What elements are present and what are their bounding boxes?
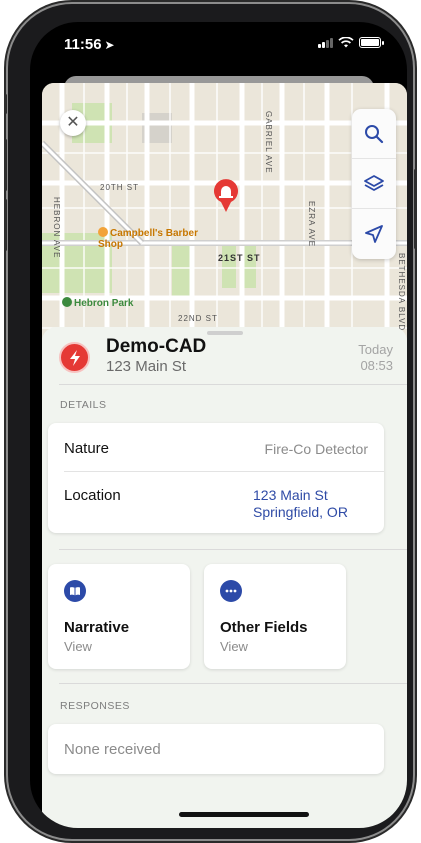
street-label-ezra: EZRA AVE — [307, 201, 316, 248]
status-time-text: 11:56 — [64, 36, 102, 53]
street-label-hebron: HEBRON AVE — [52, 197, 61, 259]
poi-park[interactable]: Hebron Park — [62, 297, 133, 310]
responses-empty-text: None received — [64, 741, 161, 758]
notch — [150, 22, 288, 50]
poi-barber[interactable]: Campbell's Barber Shop — [98, 227, 198, 250]
location-services-icon: ➤ — [104, 38, 115, 52]
nature-label: Nature — [64, 440, 110, 457]
poi-park-label: Hebron Park — [74, 298, 134, 309]
incident-address: 123 Main St — [106, 358, 187, 375]
incident-date: Today — [358, 342, 393, 357]
incident-sheet: Demo-CAD 123 Main St Today 08:53 DETAILS… — [42, 327, 407, 828]
incident-title: Demo-CAD — [106, 336, 207, 357]
street-label-bethesda: BETHESDA BLVD — [397, 253, 406, 332]
details-section-label: DETAILS — [60, 399, 107, 411]
status-bar: 11:56 ➤ — [30, 22, 407, 66]
book-icon — [64, 580, 86, 602]
nature-value: Fire-Co Detector — [264, 441, 368, 457]
phone-frame: 11:56 ➤ 20TH ST 21ST ST 22ND ST GABRIEL … — [4, 4, 417, 839]
narrative-tile[interactable]: Narrative View — [48, 564, 190, 669]
other-fields-title: Other Fields — [220, 619, 308, 636]
lightning-icon — [69, 349, 80, 366]
other-fields-subtitle: View — [220, 639, 248, 654]
narrative-subtitle: View — [64, 639, 92, 654]
location-label: Location — [64, 487, 121, 504]
location-line1: 123 Main St — [253, 487, 328, 503]
home-indicator[interactable] — [179, 812, 309, 817]
volume-up-button — [4, 139, 7, 191]
status-icons — [318, 37, 384, 48]
side-button — [414, 169, 417, 249]
alarm-pin-icon[interactable] — [213, 179, 239, 213]
barber-icon — [98, 227, 108, 237]
street-label-22nd: 22ND ST — [178, 314, 218, 323]
sheet-grabber[interactable] — [207, 331, 243, 335]
mute-switch — [4, 94, 7, 114]
map-layers-button[interactable] — [352, 159, 396, 209]
park-icon — [62, 297, 72, 307]
divider — [59, 683, 407, 684]
other-fields-tile[interactable]: Other Fields View — [204, 564, 346, 669]
volume-down-button — [4, 199, 7, 251]
responses-card: None received — [48, 724, 384, 774]
wifi-icon — [338, 37, 354, 48]
incident-icon — [59, 342, 90, 373]
cellular-signal-icon — [318, 37, 333, 48]
location-line2: Springfield, OR — [253, 504, 348, 520]
poi-barber-label: Campbell's Barber Shop — [98, 228, 198, 250]
ellipsis-icon — [220, 580, 242, 602]
details-card: Nature Fire-Co Detector Location 123 Mai… — [48, 423, 384, 533]
search-button[interactable] — [352, 109, 396, 159]
street-label-gabriel: GABRIEL AVE — [264, 111, 273, 174]
divider — [59, 384, 407, 385]
location-link[interactable]: 123 Main St Springfield, OR — [253, 487, 348, 521]
street-label-21st: 21ST ST — [218, 253, 261, 263]
street-label-20th: 20TH ST — [100, 183, 140, 192]
battery-icon — [359, 37, 384, 48]
card-divider — [64, 471, 384, 472]
search-icon — [365, 124, 384, 143]
location-arrow-icon — [365, 225, 383, 243]
narrative-title: Narrative — [64, 619, 130, 636]
close-button[interactable]: ✕ — [60, 110, 86, 136]
incident-time: 08:53 — [360, 358, 393, 373]
divider — [59, 549, 407, 550]
responses-section-label: RESPONSES — [60, 700, 130, 712]
layers-icon — [364, 174, 384, 191]
close-icon: ✕ — [66, 114, 80, 131]
screen: 11:56 ➤ 20TH ST 21ST ST 22ND ST GABRIEL … — [30, 22, 407, 828]
map-tools — [352, 109, 396, 259]
current-location-button[interactable] — [352, 209, 396, 259]
status-time: 11:56 ➤ — [64, 36, 115, 53]
